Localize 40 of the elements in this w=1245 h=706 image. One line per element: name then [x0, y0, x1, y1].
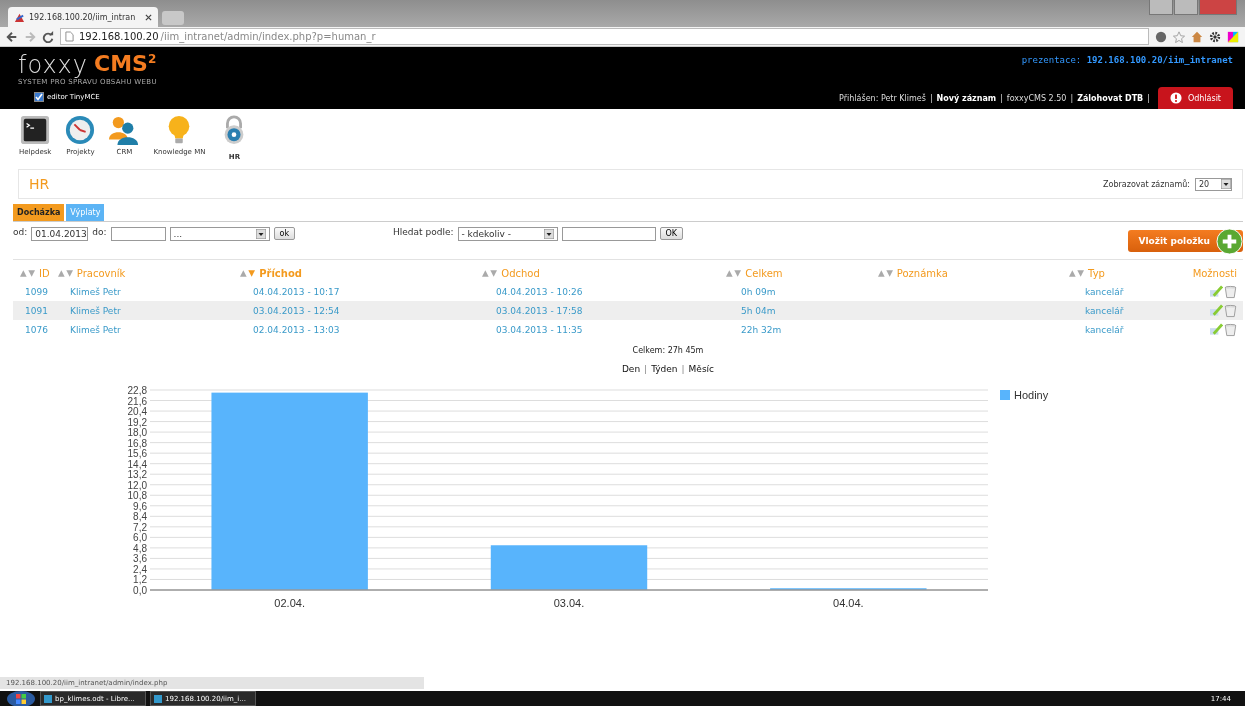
legend-label: Hodiny [1014, 389, 1049, 401]
axis-label: 20,4 [127, 406, 147, 418]
axis-label: 8,4 [133, 511, 147, 523]
search-label: Hledat podle: [393, 227, 454, 237]
axis-label: 4,8 [133, 542, 147, 554]
axis-label: 21,6 [127, 395, 147, 407]
axis-label: 18,0 [127, 427, 147, 439]
axis-label: 2,4 [133, 563, 147, 575]
total-summary: Celkem: 27h 45m [631, 346, 704, 355]
separator: | [929, 93, 933, 103]
axis-label: 10,8 [127, 490, 147, 502]
to-label: do: [92, 227, 107, 237]
records-label: Zobrazovat záznamů: [1103, 179, 1190, 189]
axis-label: 12,0 [127, 479, 147, 491]
from-label: od: [13, 227, 28, 237]
axis-label: 16,8 [127, 437, 147, 449]
separator: | [1070, 93, 1074, 103]
axis-label: 22,8 [127, 385, 147, 396]
column-header: Možnosti [1192, 267, 1237, 279]
axis-label: 04.04. [833, 597, 864, 609]
separator: | [1147, 93, 1150, 103]
separator: | [1000, 93, 1003, 103]
separator: | [644, 364, 648, 374]
separator: | [681, 364, 685, 374]
axis-label: 03.04. [553, 597, 585, 609]
axis-label: 14,4 [127, 458, 147, 470]
axis-label: 0,0 [133, 585, 147, 596]
axis-label: 13,2 [127, 469, 147, 481]
axis-label: 1,2 [133, 574, 147, 586]
user-label: Přihlášen: Petr Klimeš [839, 93, 926, 103]
axis-label: 15,6 [127, 448, 147, 460]
axis-label: 19,2 [127, 416, 147, 428]
section-title: HR [29, 176, 50, 192]
axis-label: 7,2 [133, 521, 147, 533]
axis-label: 3,6 [133, 553, 147, 565]
presentation-label: prezentace: [1021, 55, 1082, 65]
axis-label: 9,6 [133, 500, 147, 512]
axis-label: 02.04. [274, 597, 305, 609]
logo: foxxy CMS$^{2}$ [18, 53, 157, 77]
axis-label: 6,0 [133, 532, 147, 544]
